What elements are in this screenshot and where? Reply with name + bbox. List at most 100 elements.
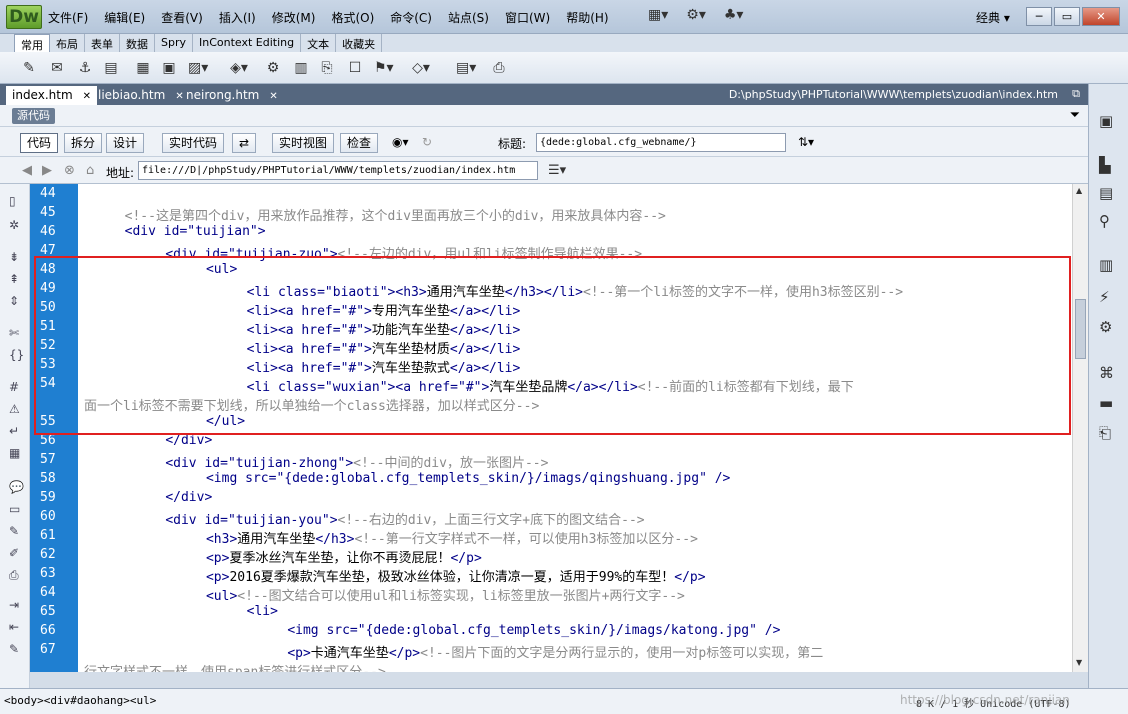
scroll-down-icon[interactable]: ▼ xyxy=(1076,658,1082,667)
view-options-icon[interactable]: ☰▾ xyxy=(548,163,566,178)
insert-tab-text[interactable]: 文本 xyxy=(301,34,337,52)
menu-site[interactable]: 站点(S) xyxy=(448,9,489,26)
menu-help[interactable]: 帮助(H) xyxy=(566,9,608,26)
line-numbers-icon[interactable]: # xyxy=(9,380,19,394)
email-link-icon[interactable]: ✉ xyxy=(48,59,66,77)
move-css-icon[interactable]: ⎙ xyxy=(9,568,19,583)
browser-preview-icon[interactable]: ◉▾ xyxy=(386,133,415,153)
tag-inspector-icon[interactable]: ⚲ xyxy=(1099,212,1110,230)
media-icon[interactable]: ◈▾ xyxy=(230,59,248,77)
menu-view[interactable]: 查看(V) xyxy=(161,9,203,26)
calendar-icon[interactable]: ▥ xyxy=(292,59,310,77)
hyperlink-icon[interactable]: ✎ xyxy=(20,59,38,77)
menu-modify[interactable]: 修改(M) xyxy=(272,9,316,26)
server-include-icon[interactable]: ⎘ xyxy=(318,59,336,77)
check-page-icon[interactable]: ⇄ xyxy=(232,133,257,153)
address-input[interactable]: file:///D|/phpStudy/PHPTutorial/WWW/temp… xyxy=(138,161,538,180)
maximize-button[interactable]: ▭ xyxy=(1054,7,1080,26)
menu-format[interactable]: 格式(O) xyxy=(331,9,374,26)
tab-neirong-htm[interactable]: neirong.htm ✕ xyxy=(180,86,284,105)
insert-panel-icon[interactable]: ▣ xyxy=(1099,112,1113,130)
css-styles-icon[interactable]: ▙ xyxy=(1099,156,1111,174)
div-icon[interactable]: ▣ xyxy=(160,59,178,77)
wrap-tag-icon[interactable]: ✎ xyxy=(9,524,19,538)
hr-icon[interactable]: ▤ xyxy=(102,59,120,77)
menu-file[interactable]: 文件(F) xyxy=(48,9,88,26)
filter-icon[interactable]: ⏷ xyxy=(1070,108,1080,123)
back-icon[interactable]: ◀ xyxy=(22,163,32,178)
apply-comment-icon[interactable]: 💬 xyxy=(9,480,24,494)
scroll-up-icon[interactable]: ▲ xyxy=(1076,186,1082,195)
stop-icon[interactable]: ⊗ xyxy=(64,163,75,178)
title-input[interactable]: {dede:global.cfg_webname/} xyxy=(536,133,786,152)
head-icon[interactable]: ⚑▾ xyxy=(374,59,394,77)
collapse-selection-icon[interactable]: ⇞ xyxy=(9,272,19,286)
split-view-button[interactable]: 拆分 xyxy=(64,133,103,153)
assets-icon[interactable]: ▬ xyxy=(1099,394,1113,412)
close-button[interactable]: ✕ xyxy=(1082,7,1120,26)
design-view-button[interactable]: 设计 xyxy=(106,133,145,153)
select-parent-tag-icon[interactable]: ✄ xyxy=(9,326,19,340)
files-icon[interactable]: ⌘ xyxy=(1099,364,1114,382)
syntax-coloring-icon[interactable]: ▦ xyxy=(9,446,20,460)
tag-chooser-icon[interactable]: ⎙ xyxy=(490,59,508,77)
recent-snippets-icon[interactable]: ✐ xyxy=(9,546,19,560)
insert-tab-common[interactable]: 常用 xyxy=(14,34,50,52)
insert-tab-spry[interactable]: Spry xyxy=(155,34,193,52)
live-view-button[interactable]: 实时视图 xyxy=(272,133,335,153)
home-icon[interactable]: ⌂ xyxy=(86,163,94,178)
word-wrap-icon[interactable]: ↵ xyxy=(9,424,19,438)
code-view-button[interactable]: 代码 xyxy=(20,133,59,153)
anchor-icon[interactable]: ⚓ xyxy=(76,59,94,77)
menu-insert[interactable]: 插入(I) xyxy=(219,9,256,26)
workspace-switcher[interactable]: 经典 ▾ xyxy=(976,9,1010,26)
file-management-icon[interactable]: ⇅▾ xyxy=(792,133,820,153)
insert-tab-layout[interactable]: 布局 xyxy=(50,34,85,52)
show-code-navigator-icon[interactable]: ✲ xyxy=(9,218,19,232)
menu-edit[interactable]: 编辑(E) xyxy=(104,9,145,26)
highlight-invalid-code-icon[interactable]: ⚠ xyxy=(9,402,20,416)
databases-icon[interactable]: ▥ xyxy=(1099,256,1113,274)
inspect-button[interactable]: 检查 xyxy=(340,133,379,153)
restore-icon[interactable]: ⧉ xyxy=(1072,87,1080,101)
comment-icon[interactable]: ☐ xyxy=(346,59,364,77)
table-icon[interactable]: ▦ xyxy=(134,59,152,77)
close-icon[interactable]: ✕ xyxy=(83,91,91,102)
tab-liebiao-htm[interactable]: liebiao.htm ✕ xyxy=(92,86,190,105)
tag-selector[interactable]: <body><div#daohang><ul> xyxy=(4,694,156,707)
tab-index-htm[interactable]: index.htm ✕ xyxy=(6,86,98,105)
layout-icon[interactable]: ▦▾ xyxy=(648,7,668,23)
snippets-icon[interactable]: ⎗ xyxy=(1099,424,1111,442)
open-documents-icon[interactable]: ▯ xyxy=(9,194,16,208)
insert-tab-data[interactable]: 数据 xyxy=(120,34,155,52)
collapse-tag-icon[interactable]: ⇟ xyxy=(9,250,19,264)
server-behaviors-icon[interactable]: ⚙ xyxy=(1099,318,1112,336)
close-icon[interactable]: ✕ xyxy=(269,91,277,102)
gear-icon[interactable]: ⚙▾ xyxy=(686,7,706,23)
insert-tab-incontext[interactable]: InContext Editing xyxy=(193,34,302,52)
source-code-button[interactable]: 源代码 xyxy=(12,108,55,124)
expand-all-icon[interactable]: ⇕ xyxy=(9,294,19,308)
site-icon[interactable]: ♣▾ xyxy=(724,7,744,23)
remove-comment-icon[interactable]: ▭ xyxy=(9,502,20,516)
date-gear-icon[interactable]: ⚙ xyxy=(264,59,282,77)
outdent-code-icon[interactable]: ⇤ xyxy=(9,620,19,634)
ap-elements-icon[interactable]: ▤ xyxy=(1099,184,1113,202)
balance-braces-icon[interactable]: {} xyxy=(9,348,24,362)
image-icon[interactable]: ▨▾ xyxy=(188,59,208,77)
refresh-icon[interactable]: ↻ xyxy=(416,133,438,153)
scroll-thumb[interactable] xyxy=(1075,299,1086,359)
minimize-button[interactable]: ─ xyxy=(1026,7,1052,26)
indent-code-icon[interactable]: ⇥ xyxy=(9,598,19,612)
template-icon[interactable]: ▤▾ xyxy=(456,59,476,77)
script-icon[interactable]: ◇▾ xyxy=(412,59,430,77)
behaviors-icon[interactable]: ⚡ xyxy=(1099,288,1110,306)
insert-tab-favorites[interactable]: 收藏夹 xyxy=(336,34,383,52)
menu-window[interactable]: 窗口(W) xyxy=(505,9,550,26)
live-code-button[interactable]: 实时代码 xyxy=(162,133,225,153)
format-source-icon[interactable]: ✎ xyxy=(9,642,19,656)
vertical-scrollbar[interactable]: ▲ ▼ xyxy=(1072,184,1088,672)
menu-commands[interactable]: 命令(C) xyxy=(390,9,432,26)
forward-icon[interactable]: ▶ xyxy=(42,163,52,178)
insert-tab-forms[interactable]: 表单 xyxy=(85,34,120,52)
